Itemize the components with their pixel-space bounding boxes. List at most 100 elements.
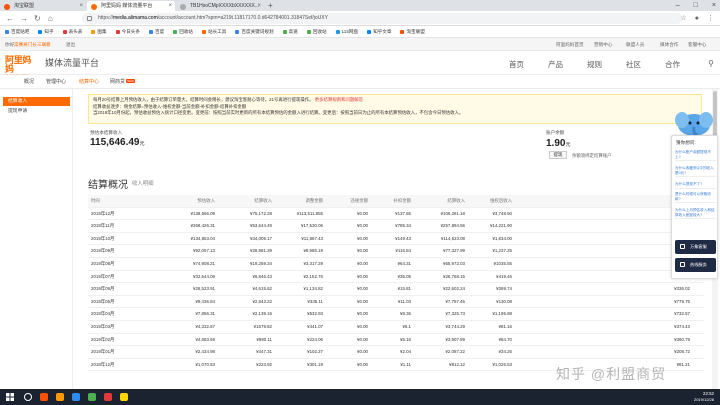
help-question-1[interactable]: 为什么账户余额提现不上?: [675, 150, 716, 162]
help-question-2[interactable]: 为什么收藏夹Q中的收入是0元?: [675, 166, 716, 178]
nav-cooperation[interactable]: 合作: [665, 59, 680, 70]
address-bar[interactable]: https://media.alimama.com/account/accoun…: [82, 13, 682, 24]
table-cell: ¥2.04: [400, 349, 411, 355]
alimama-logo[interactable]: 阿里妈妈 ALIMAMA.COM: [5, 56, 39, 79]
table-cell: ¥368,426.31: [190, 223, 215, 229]
notice-rules-link[interactable]: 更多结算规则和问题解答: [315, 97, 363, 102]
app-folder-icon[interactable]: [120, 393, 128, 401]
table-cell: 2019年08月: [91, 260, 115, 266]
table-cell: ¥1679.82: [253, 323, 272, 329]
search-icon[interactable]: [24, 393, 32, 401]
new-tab-button[interactable]: +: [268, 1, 273, 10]
bookmark-label: 回收站: [179, 28, 193, 34]
bookmark-item[interactable]: 回收站: [173, 29, 193, 35]
bookmark-item[interactable]: 115网盘: [335, 28, 359, 35]
maximize-icon[interactable]: □: [694, 0, 698, 11]
hotline-button[interactable]: 热线服务: [675, 258, 716, 272]
nav-rules[interactable]: 规则: [587, 59, 602, 70]
withdraw-button[interactable]: 提现: [549, 151, 567, 159]
browser-tab-1[interactable]: 淘宝联盟 ×: [0, 1, 86, 11]
bookmark-item[interactable]: 百度: [148, 29, 164, 35]
close-tab-icon[interactable]: ×: [79, 1, 83, 11]
forward-icon[interactable]: →: [20, 14, 28, 23]
notice-text-1: 每月20号结算上月预估收入，由于结算订单量大，结算时间会稍长，建议淘宝客耐心等待…: [93, 97, 314, 102]
top-link-service[interactable]: 客服中心: [688, 41, 706, 48]
sidebar-item-settlement-income[interactable]: 结算收入: [3, 97, 70, 106]
income-detail-link[interactable]: 收入明细: [132, 179, 154, 187]
menu-icon[interactable]: ⋮: [707, 13, 714, 24]
column-header: 结算收入: [254, 198, 272, 203]
app-media-icon[interactable]: [104, 393, 112, 401]
sidebar: 结算收入 提现申请: [0, 89, 73, 389]
table-row: 2019年06月 ¥26,523.91 ¥4,615.62 ¥1,134.82 ¥0.0…: [88, 283, 704, 296]
top-link-staff[interactable]: 联盟人员: [626, 41, 644, 48]
logout-link[interactable]: 退出: [66, 41, 75, 48]
nav-home[interactable]: 首页: [509, 59, 524, 70]
table-cell: ¥4,683.69: [195, 336, 215, 342]
bookmark-item[interactable]: 知乎文章: [367, 29, 391, 35]
app-qq-icon[interactable]: [72, 393, 80, 401]
bookmark-item[interactable]: 高速: [282, 29, 298, 35]
top-link-marketing[interactable]: 营销中心: [594, 41, 612, 48]
bookmark-item[interactable]: 表头表: [62, 29, 82, 35]
star-icon[interactable]: ☆: [680, 13, 686, 24]
table-cell: ¥28,981.39: [250, 248, 272, 254]
bookmark-item[interactable]: 回收站: [306, 29, 327, 35]
customer-service-button[interactable]: 万象客服: [675, 240, 716, 254]
tab-loan[interactable]: 网商贷 NEW: [110, 79, 136, 86]
bookmark-item[interactable]: 淘宝联盟: [400, 29, 425, 35]
back-icon[interactable]: ←: [6, 14, 14, 23]
close-tab-icon[interactable]: ×: [257, 1, 261, 11]
elephant-mascot-icon[interactable]: [672, 108, 714, 138]
top-link-home[interactable]: 阿里妈妈首页: [556, 41, 584, 48]
minimize-icon[interactable]: –: [676, 0, 680, 11]
bookmark-label: 115网盘: [341, 28, 359, 34]
image-favicon-icon: [180, 3, 186, 10]
close-window-icon[interactable]: ×: [712, 0, 716, 11]
tab-management[interactable]: 管理中心: [46, 79, 66, 86]
bookmark-item[interactable]: 今日头条: [115, 29, 140, 35]
windows-start-icon[interactable]: [6, 393, 14, 401]
close-tab-icon[interactable]: ×: [168, 1, 172, 11]
bookmark-favicon-icon: [91, 29, 96, 34]
help-question-5[interactable]: 为什么上月预估收入和结算收入差距较大?: [675, 208, 716, 220]
table-cell: ¥301.19: [307, 361, 323, 367]
table-cell: ¥7,787.45: [445, 298, 465, 304]
table-row: 2019年02月 ¥4,683.69 ¥980.11 ¥224.06 ¥0.00 ¥5.1…: [88, 334, 704, 347]
browser-tab-3[interactable]: TB1HsoCMpXXXXbXXXXXX... ×: [176, 1, 264, 11]
balance-note: 余额须绑定结算账户: [572, 153, 612, 158]
bookmark-item[interactable]: 知乎: [38, 29, 54, 35]
tab-overview[interactable]: 概况: [24, 79, 34, 86]
system-clock[interactable]: 22:52 2019/12/28: [694, 391, 714, 403]
nav-community[interactable]: 社区: [626, 59, 641, 70]
help-question-4[interactable]: 是什么时候可以获取收款?: [675, 192, 716, 204]
bookmark-item[interactable]: 百度关键词规划: [235, 29, 274, 35]
help-question-3[interactable]: 为什么提现不了?: [675, 182, 716, 189]
bookmark-item[interactable]: 图集: [91, 29, 107, 35]
sidebar-item-withdraw[interactable]: 提现申请: [3, 107, 70, 116]
help-title: 猜你想问:: [676, 140, 696, 145]
bookmark-item[interactable]: 站长工具: [201, 29, 226, 35]
clock-date: 2019/12/28: [693, 397, 714, 402]
home-icon[interactable]: ⌂: [48, 14, 53, 23]
column-header: 预估收入: [197, 198, 215, 203]
settlement-table: 时间预估收入结算收入调整金额违规金额补扣金额结算收入维权后收入预估结算2019年…: [88, 195, 704, 372]
bookmark-item[interactable]: 百度贴吧: [5, 29, 29, 35]
table-cell: 2019年04月: [91, 311, 115, 317]
browser-tab-2[interactable]: 阿里妈妈 媒体流量平台 ×: [87, 1, 175, 11]
user-name-link[interactable]: 常赛将门长三联看: [14, 41, 51, 48]
profile-icon[interactable]: ●: [695, 13, 699, 24]
balance-panel: 预估本结算收入 115,646.49元 账户余额 1.90元 提现 余额须绑定结…: [88, 124, 702, 164]
table-cell: ¥0.00: [357, 298, 368, 304]
app-taobao-icon[interactable]: [40, 393, 48, 401]
app-browser-icon[interactable]: [56, 393, 64, 401]
reload-icon[interactable]: ↻: [34, 14, 41, 23]
column-header: 调整金额: [305, 198, 323, 203]
site-header: 阿里妈妈 ALIMAMA.COM 媒体流量平台 首页 产品 规则 社区 合作 ⚲: [0, 51, 720, 79]
top-link-media[interactable]: 媒体合作: [660, 41, 678, 48]
currency-unit: 元: [139, 141, 145, 147]
nav-product[interactable]: 产品: [548, 59, 563, 70]
tab-settlement[interactable]: 结算中心: [79, 79, 99, 86]
search-icon[interactable]: ⚲: [708, 59, 714, 68]
app-wechat-icon[interactable]: [88, 393, 96, 401]
